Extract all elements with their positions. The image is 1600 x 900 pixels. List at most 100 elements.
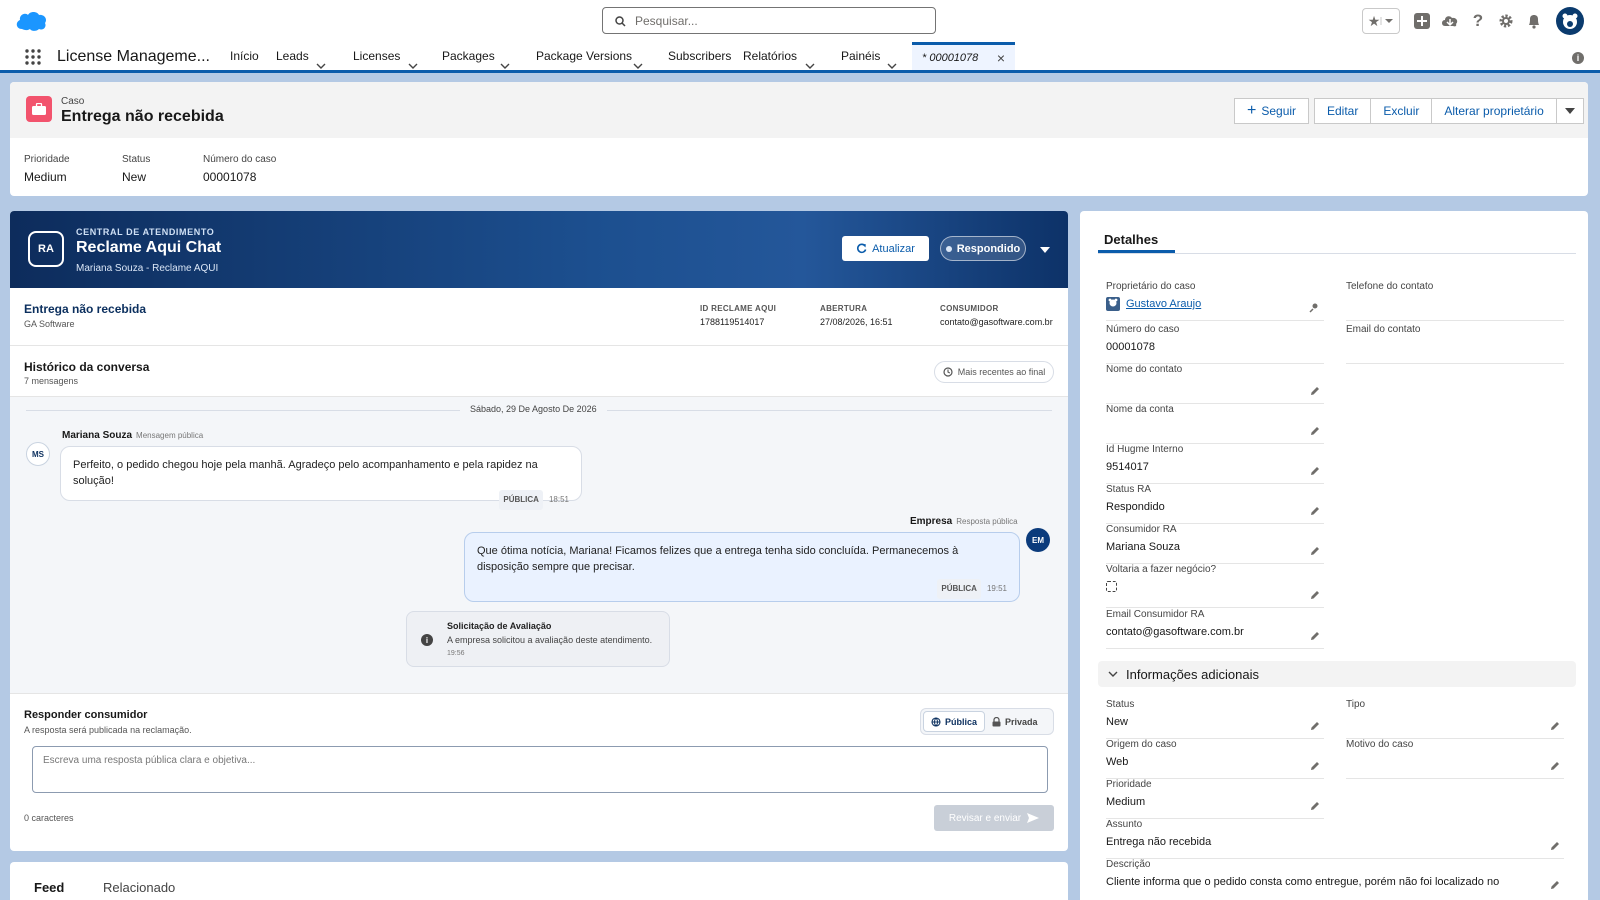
field-value <box>1106 381 1324 394</box>
more-actions-button[interactable] <box>1555 98 1584 124</box>
review-send-button[interactable]: Revisar e enviar <box>934 805 1054 831</box>
summary-ra-id: ID RECLAME AQUI 1788119514017 <box>700 304 776 327</box>
delete-button[interactable]: Excluir <box>1370 98 1433 124</box>
ra-hero-banner: RA CENTRAL DE ATENDIMENTO Reclame Aqui C… <box>10 211 1068 288</box>
pencil-icon[interactable] <box>1310 721 1320 731</box>
pencil-icon[interactable] <box>1310 506 1320 516</box>
tab-feed[interactable]: Feed <box>34 880 64 895</box>
pencil-icon[interactable] <box>1550 761 1560 771</box>
salesforce-logo-icon[interactable] <box>14 9 48 33</box>
tab-label: * 00001078 <box>922 51 979 64</box>
chevron-down-icon <box>1108 671 1118 677</box>
change-owner-button[interactable]: Alterar proprietário <box>1431 98 1557 124</box>
nav-label: Painéis <box>841 49 881 63</box>
private-label: Privada <box>1005 716 1038 727</box>
tab-case-00001078[interactable]: * 00001078 × <box>912 42 1015 70</box>
pencil-icon[interactable] <box>1310 631 1320 641</box>
search-input[interactable] <box>635 12 925 30</box>
pencil-icon[interactable] <box>1310 590 1320 600</box>
owner-link[interactable]: Gustavo Araujo <box>1106 297 1324 311</box>
follow-label: Seguir <box>1261 104 1297 118</box>
change-owner-icon[interactable] <box>1309 302 1320 313</box>
field-value <box>1346 341 1564 354</box>
reply-title: Responder consumidor <box>24 709 148 721</box>
field-case-origin: Origem do caso Web <box>1106 739 1324 779</box>
edit-button[interactable]: Editar <box>1314 98 1372 124</box>
send-label: Revisar e enviar <box>948 812 1022 824</box>
nav-item-subscribers[interactable]: Subscribers <box>668 42 731 70</box>
checkbox[interactable] <box>1106 581 1117 592</box>
highlight-value: Medium <box>24 170 67 184</box>
section-additional-info[interactable]: Informações adicionais <box>1098 661 1576 687</box>
gear-icon[interactable] <box>1496 8 1516 34</box>
global-actions-icon[interactable] <box>1412 8 1432 34</box>
lock-icon <box>992 716 1001 726</box>
pencil-icon[interactable] <box>1310 426 1320 436</box>
public-label: Pública <box>945 716 978 727</box>
nav-item-paineis[interactable]: Painéis <box>841 42 880 70</box>
page-title: Entrega não recebida <box>61 108 224 125</box>
visibility-toggle: Pública Privada <box>920 708 1054 735</box>
bell-icon[interactable] <box>1524 8 1544 34</box>
field-value <box>1346 756 1564 769</box>
user-avatar[interactable] <box>1556 7 1584 35</box>
field-value: Mariana Souza <box>1106 541 1180 553</box>
sort-order-label: Mais recentes ao final <box>957 367 1046 377</box>
pencil-icon[interactable] <box>1310 546 1320 556</box>
favorites-button[interactable]: ★ <box>1362 8 1400 34</box>
feed-card: Feed Relacionado <box>10 862 1068 900</box>
highlight-label: Número do caso <box>203 154 277 165</box>
ra-subtitle: Mariana Souza - Reclame AQUI <box>76 263 219 274</box>
nav-label: Package Versions <box>536 49 633 63</box>
pencil-icon[interactable] <box>1310 761 1320 771</box>
pencil-icon[interactable] <box>1550 841 1560 851</box>
pencil-icon[interactable] <box>1310 466 1320 476</box>
message-time: 18:51 <box>548 495 569 504</box>
owner-name: Gustavo Araujo <box>1126 298 1202 310</box>
summary-opened: ABERTURA 27/08/2026, 16:51 <box>820 304 893 327</box>
nav-item-relatorios[interactable]: Relatórios <box>743 42 797 70</box>
private-option[interactable]: Privada <box>985 711 1045 732</box>
close-icon[interactable]: × <box>997 50 1005 66</box>
field-label: Email do contato <box>1346 324 1421 335</box>
app-launcher-icon[interactable] <box>25 49 41 65</box>
field-value: Web <box>1106 756 1129 768</box>
nav-item-packages[interactable]: Packages <box>442 42 495 70</box>
message-bubble: Perfeito, o pedido chegou hoje pela manh… <box>60 446 582 510</box>
message-text: Perfeito, o pedido chegou hoje pela manh… <box>73 459 538 487</box>
visibility-tag: PÚBLICA <box>937 579 981 599</box>
nav-item-package-versions[interactable]: Package Versions <box>536 42 632 70</box>
message-bubble: Que ótima notícia, Mariana! Ficamos feli… <box>464 532 1020 602</box>
field-label: Prioridade <box>1106 779 1152 790</box>
summary-label: ABERTURA <box>820 304 868 313</box>
help-icon[interactable]: ? <box>1468 8 1488 34</box>
info-icon[interactable]: i <box>1572 52 1584 64</box>
avatar: MS <box>26 442 50 466</box>
refresh-button[interactable]: Atualizar <box>842 236 929 261</box>
status-menu-caret-icon[interactable] <box>1040 247 1050 253</box>
reply-textarea[interactable] <box>32 746 1048 793</box>
field-label: Nome do contato <box>1106 364 1183 375</box>
nav-item-licenses[interactable]: Licenses <box>353 42 400 70</box>
ra-logo-badge: RA <box>28 231 64 267</box>
sort-order-toggle[interactable]: Mais recentes ao final <box>934 361 1054 383</box>
nav-item-leads[interactable]: Leads <box>276 42 309 70</box>
reply-composer: Responder consumidor A resposta será pub… <box>10 693 1068 851</box>
follow-button[interactable]: + Seguir <box>1234 98 1310 124</box>
public-option[interactable]: Pública <box>923 711 986 732</box>
status-badge[interactable]: Respondido <box>940 236 1026 261</box>
pencil-icon[interactable] <box>1550 721 1560 731</box>
tab-details[interactable]: Detalhes <box>1104 232 1158 247</box>
global-search[interactable] <box>602 7 936 34</box>
field-label: Assunto <box>1106 819 1143 830</box>
message-author: Mariana Souza Mensagem pública <box>62 430 203 441</box>
highlight-value: 00001078 <box>203 170 257 184</box>
char-counter: 0 caracteres <box>24 813 74 823</box>
pencil-icon[interactable] <box>1550 880 1560 890</box>
field-hugme-id: Id Hugme Interno 9514017 <box>1106 444 1324 484</box>
pencil-icon[interactable] <box>1310 386 1320 396</box>
nav-item-inicio[interactable]: Início <box>230 42 259 70</box>
pencil-icon[interactable] <box>1310 801 1320 811</box>
tab-related[interactable]: Relacionado <box>103 880 175 895</box>
trailhead-icon[interactable] <box>1440 8 1460 34</box>
